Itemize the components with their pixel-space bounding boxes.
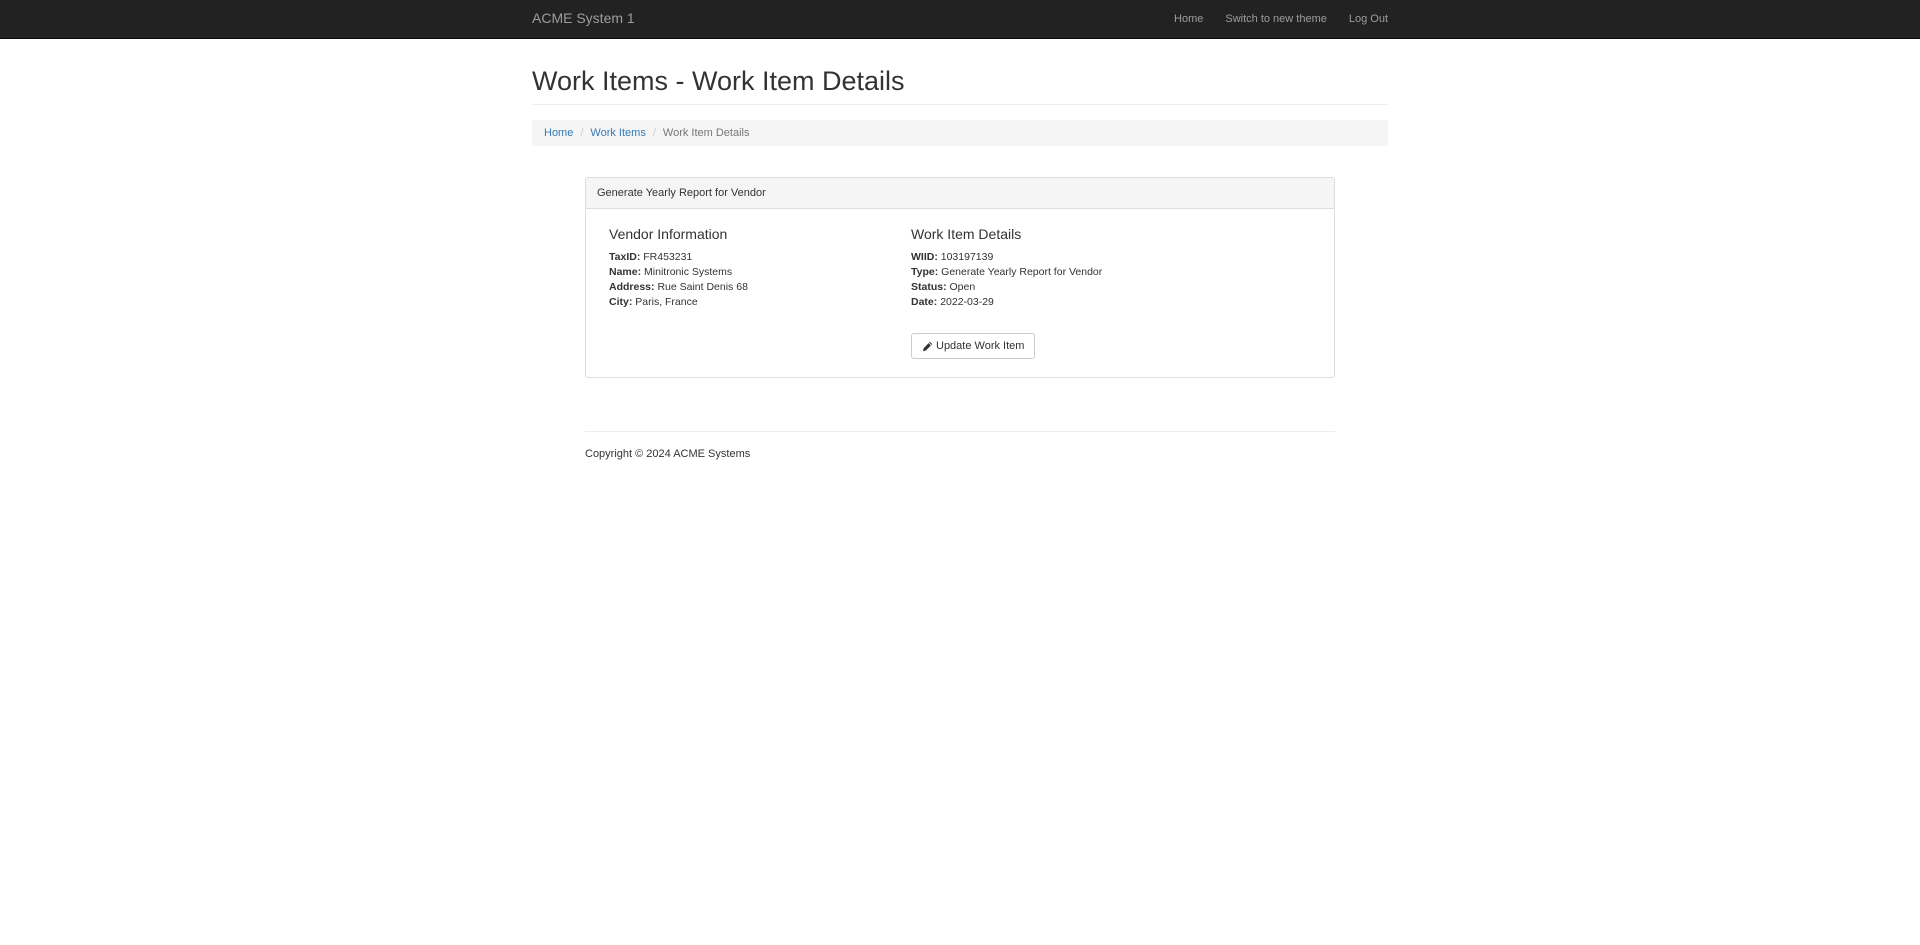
- work-item-status-field: Status: Open: [911, 280, 1102, 295]
- field-label: Name:: [609, 266, 642, 278]
- field-value: FR453231: [643, 251, 693, 263]
- field-label: Address:: [609, 281, 655, 293]
- field-value: 2022-03-29: [940, 296, 994, 308]
- breadcrumb: Home / Work Items / Work Item Details: [532, 120, 1388, 146]
- pencil-icon: [922, 341, 933, 352]
- field-label: Date:: [911, 296, 938, 308]
- work-item-panel: Generate Yearly Report for Vendor Vendor…: [585, 177, 1335, 378]
- field-value: 103197139: [940, 251, 994, 263]
- field-label: Type:: [911, 266, 939, 278]
- work-item-details-section: Work Item Details WIID: 103197139 Type: …: [911, 226, 1102, 310]
- breadcrumb-separator: /: [580, 127, 584, 139]
- field-label: Status:: [911, 281, 947, 293]
- vendor-name-field: Name: Minitronic Systems: [609, 265, 748, 280]
- field-label: WIID:: [911, 251, 938, 263]
- field-value: Paris, France: [635, 296, 698, 308]
- brand-link[interactable]: ACME System 1: [532, 10, 635, 26]
- title-divider: [532, 104, 1388, 105]
- breadcrumb-home-link[interactable]: Home: [544, 127, 573, 139]
- top-navbar: ACME System 1 Home Switch to new theme L…: [0, 0, 1920, 39]
- vendor-city-field: City: Paris, France: [609, 295, 748, 310]
- vendor-section-title: Vendor Information: [609, 226, 728, 242]
- panel-heading: Generate Yearly Report for Vendor: [586, 178, 1334, 209]
- page-title: Work Items - Work Item Details: [532, 66, 905, 96]
- field-label: City:: [609, 296, 633, 308]
- nav-logout-link[interactable]: Log Out: [1349, 13, 1388, 25]
- field-value: Minitronic Systems: [644, 266, 733, 278]
- vendor-taxid-field: TaxID: FR453231: [609, 250, 748, 265]
- breadcrumb-work-items-link[interactable]: Work Items: [590, 127, 645, 139]
- vendor-address-field: Address: Rue Saint Denis 68: [609, 280, 748, 295]
- footer-copyright: Copyright © 2024 ACME Systems: [585, 448, 751, 460]
- breadcrumb-separator: /: [652, 127, 656, 139]
- work-item-type-field: Type: Generate Yearly Report for Vendor: [911, 265, 1102, 280]
- work-item-wiid-field: WIID: 103197139: [911, 250, 1102, 265]
- work-item-date-field: Date: 2022-03-29: [911, 295, 1102, 310]
- update-work-item-button[interactable]: Update Work Item: [911, 333, 1036, 359]
- nav-home-link[interactable]: Home: [1174, 13, 1203, 25]
- update-work-item-label: Update Work Item: [936, 340, 1025, 352]
- footer-divider: [585, 431, 1335, 432]
- field-value: Open: [949, 281, 976, 293]
- vendor-information-section: Vendor Information TaxID: FR453231 Name:…: [609, 226, 748, 310]
- field-value: Rue Saint Denis 68: [657, 281, 748, 293]
- nav-switch-theme-link[interactable]: Switch to new theme: [1225, 13, 1327, 25]
- breadcrumb-current: Work Item Details: [662, 127, 750, 139]
- field-label: TaxID:: [609, 251, 641, 263]
- work-item-section-title: Work Item Details: [911, 226, 1022, 242]
- nav-links: Home Switch to new theme Log Out: [1152, 0, 1388, 38]
- field-value: Generate Yearly Report for Vendor: [941, 266, 1103, 278]
